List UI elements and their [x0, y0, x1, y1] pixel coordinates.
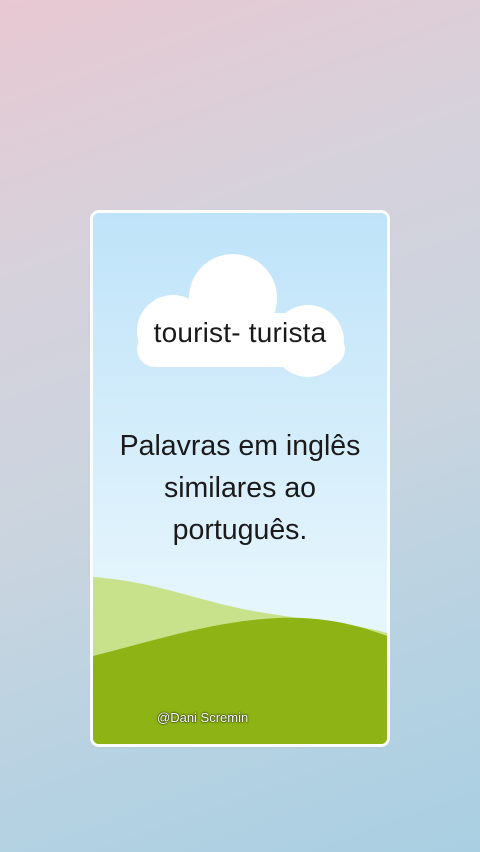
- body-line-3: português.: [172, 514, 308, 546]
- post-card: tourist- turista Palavras em inglês simi…: [93, 213, 387, 744]
- card-body-text: Palavras em inglês similares ao portuguê…: [93, 425, 387, 551]
- body-line-1: Palavras em inglês: [119, 430, 361, 462]
- card-title: tourist- turista: [153, 317, 327, 348]
- body-line-2: similares ao: [163, 472, 317, 504]
- cloud-icon: [137, 254, 345, 377]
- author-handle: @Dani Scremin: [157, 710, 249, 725]
